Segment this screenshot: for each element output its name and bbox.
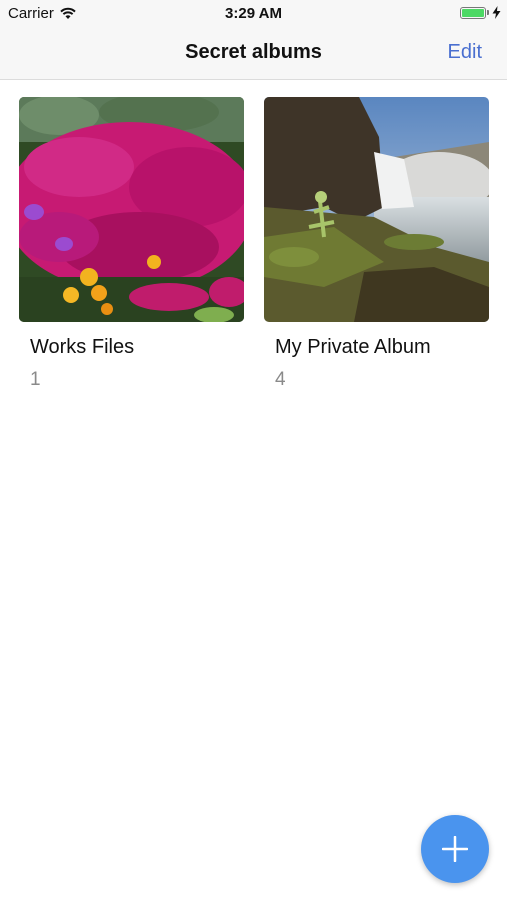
edit-button[interactable]: Edit: [448, 41, 482, 64]
album-card-my-private-album[interactable]: My Private Album 4: [264, 97, 489, 391]
page-title: Secret albums: [185, 41, 322, 63]
battery-icon: [460, 6, 486, 19]
album-count: 1: [30, 369, 41, 390]
album-count: 4: [275, 369, 286, 390]
bolt-icon: [492, 6, 501, 19]
navigation-bar: Secret albums Edit: [0, 28, 507, 80]
album-name: Works Files: [30, 336, 135, 358]
status-bar: Carrier 3:29 AM: [0, 0, 507, 28]
screen: Carrier 3:29 AM Secret albums Edit Works…: [0, 0, 507, 900]
plus-icon: [442, 836, 468, 862]
add-album-button[interactable]: [421, 815, 489, 883]
battery-fill: [462, 8, 484, 17]
status-time: 3:29 AM: [225, 5, 282, 22]
album-card-works-files[interactable]: Works Files 1: [19, 97, 244, 391]
battery-indicator: [460, 6, 501, 19]
pink-flowers-photo: [19, 97, 244, 322]
album-name: My Private Album: [275, 336, 431, 358]
battery-cap: [487, 10, 489, 15]
waterfall-photo: [264, 97, 489, 322]
